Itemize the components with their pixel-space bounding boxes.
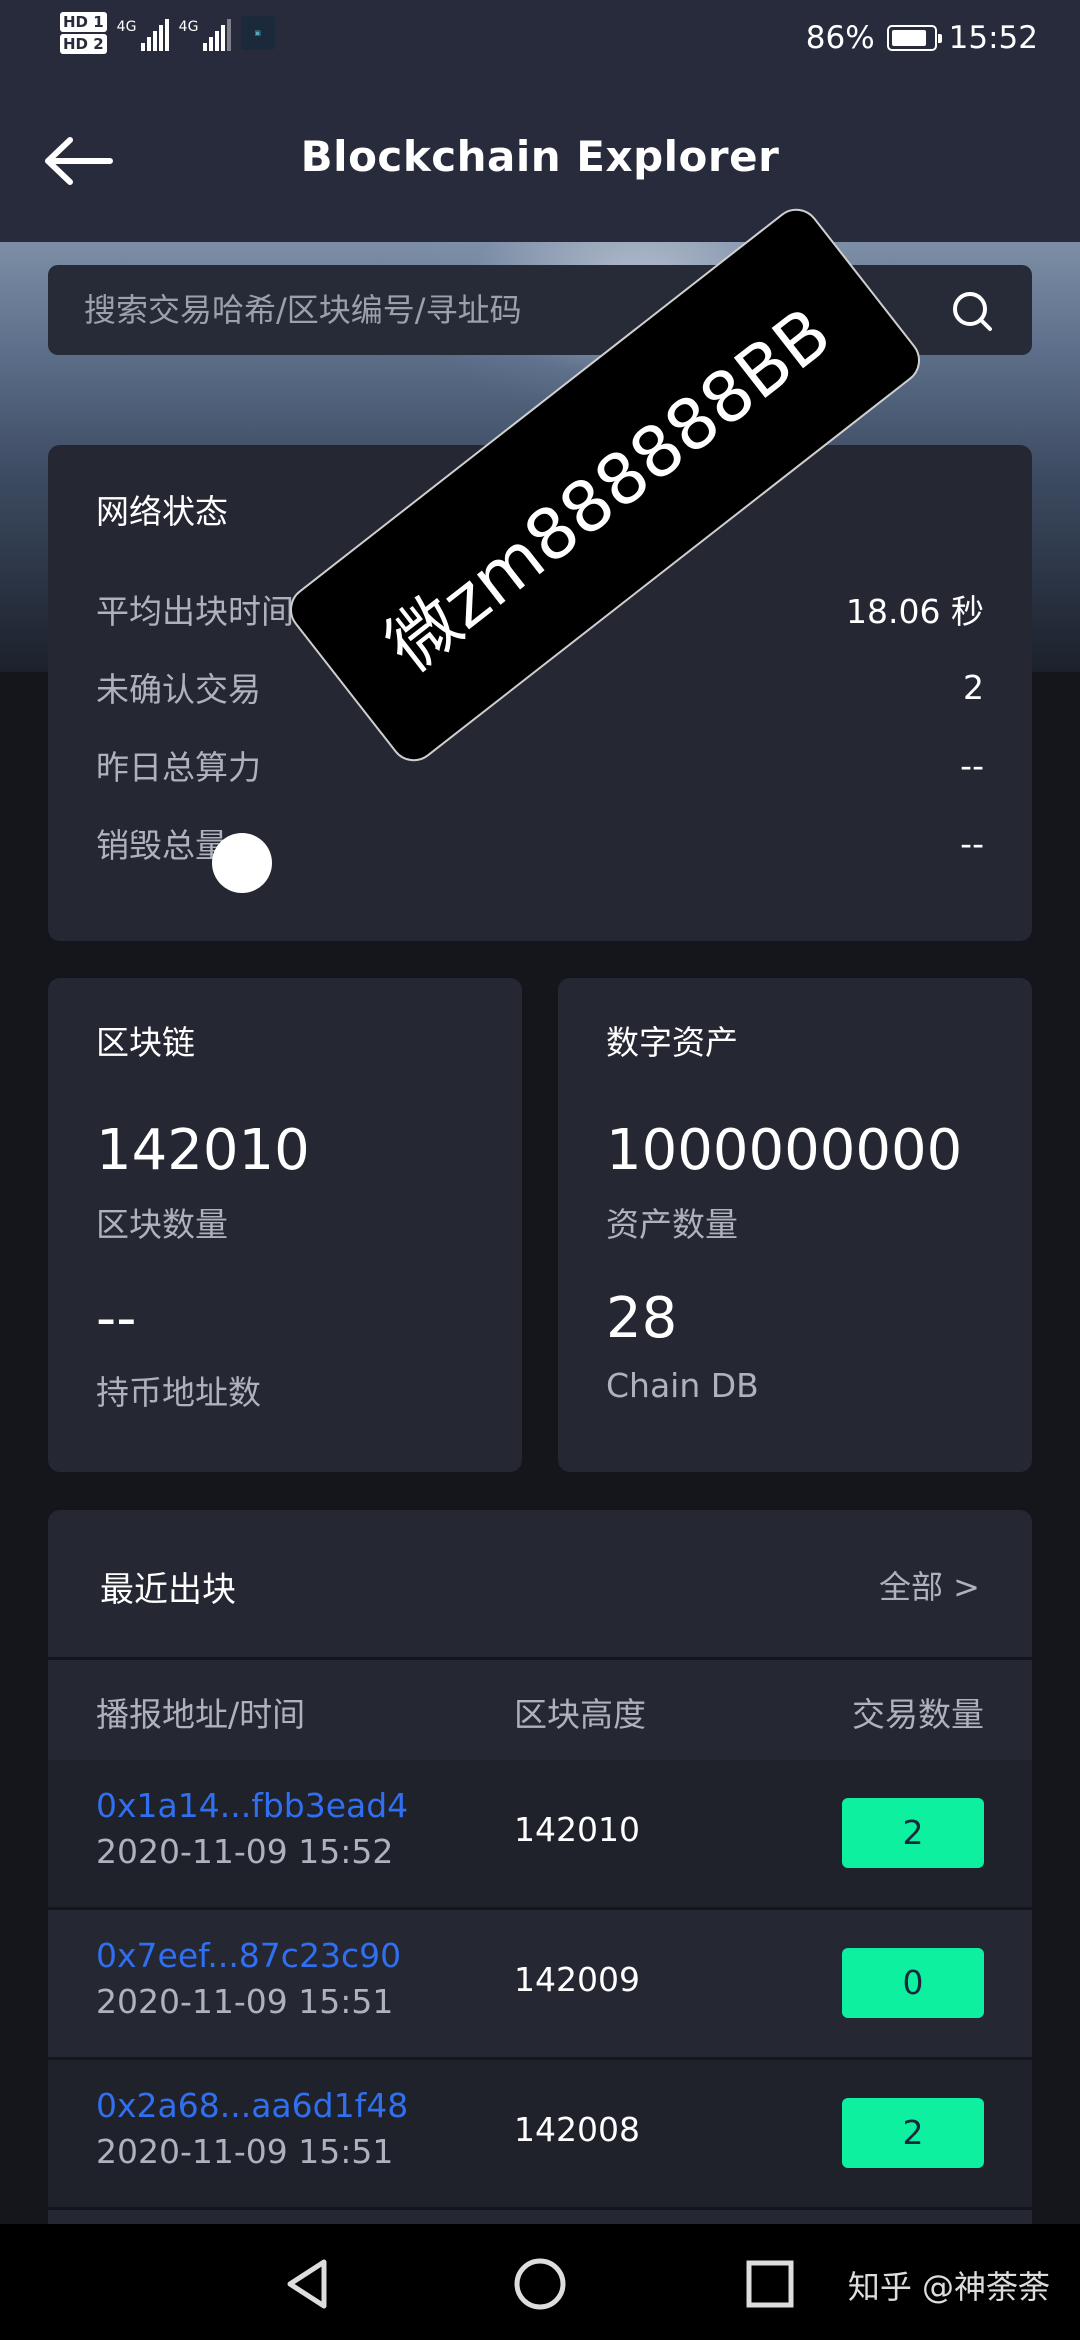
view-all-link[interactable]: 全部 > — [879, 1562, 980, 1608]
stat-row-unconfirmed-tx: 未确认交易 2 — [96, 665, 984, 710]
stat-row-yesterday-hashrate: 昨日总算力 -- — [96, 743, 984, 788]
column-header-address-time: 播报地址/时间 — [96, 1695, 306, 1734]
floating-touch-dot[interactable] — [212, 833, 272, 893]
nav-home-icon[interactable] — [510, 2254, 570, 2314]
stat-value: 2 — [963, 667, 984, 707]
source-credit-watermark: 知乎 @神荼荼 — [847, 2268, 1050, 2306]
battery-level — [891, 30, 927, 46]
app-notification-icon: ▣ — [240, 16, 275, 50]
stat-label: 平均出块时间 — [96, 592, 294, 631]
blockchain-card: 区块链 142010 区块数量 -- 持币地址数 — [48, 978, 522, 1472]
holder-count-value: -- — [96, 1286, 137, 1351]
column-header-block-height: 区块高度 — [514, 1695, 646, 1734]
nav-back-icon[interactable] — [278, 2254, 338, 2314]
network-status-title: 网络状态 — [96, 492, 228, 531]
block-height: 142009 — [514, 1960, 640, 1999]
block-height: 142008 — [514, 2110, 640, 2149]
status-bar: HD 1 HD 2 4G 4G ▣ 86% 15:52 — [0, 0, 1080, 80]
page-title: Blockchain Explorer — [300, 132, 780, 181]
recent-blocks-card: 最近出块 全部 > 播报地址/时间 区块高度 交易数量 0x1a14...fbb… — [48, 1510, 1032, 2270]
chain-db-label: Chain DB — [606, 1366, 759, 1405]
block-time: 2020-11-09 15:51 — [96, 2132, 394, 2171]
hd-indicators: HD 1 HD 2 — [60, 12, 107, 54]
stat-value: -- — [960, 745, 984, 785]
stat-label: 昨日总算力 — [96, 748, 261, 787]
battery-icon — [886, 25, 942, 51]
block-count-value: 142010 — [96, 1118, 310, 1183]
digital-assets-card: 数字资产 1000000000 资产数量 28 Chain DB — [558, 978, 1032, 1472]
nav-recents-icon[interactable] — [740, 2254, 800, 2314]
clock: 15:52 — [948, 20, 1038, 56]
tx-count-badge: 2 — [842, 1798, 984, 1868]
block-time: 2020-11-09 15:52 — [96, 1832, 394, 1871]
asset-count-label: 资产数量 — [606, 1205, 738, 1244]
status-right: 86% 15:52 — [806, 20, 1038, 56]
block-height: 142010 — [514, 1810, 640, 1849]
block-time: 2020-11-09 15:51 — [96, 1982, 394, 2021]
search-icon[interactable] — [950, 289, 994, 333]
hd1-badge: HD 1 — [60, 12, 107, 32]
app-header: Blockchain Explorer — [0, 80, 1080, 242]
signal-1-label: 4G — [116, 19, 137, 35]
holder-count-label: 持币地址数 — [96, 1373, 261, 1412]
recent-blocks-title: 最近出块 — [100, 1570, 236, 1610]
block-address-link[interactable]: 0x1a14...fbb3ead4 — [96, 1786, 408, 1825]
stat-label: 未确认交易 — [96, 670, 261, 709]
table-row[interactable]: 0x7eef...87c23c90 2020-11-09 15:51 14200… — [48, 1910, 1032, 2057]
hd2-badge: HD 2 — [60, 34, 107, 54]
stat-value: -- — [960, 823, 984, 863]
table-row[interactable]: 0x1a14...fbb3ead4 2020-11-09 15:52 14201… — [48, 1760, 1032, 1907]
tx-count-badge: 0 — [842, 1948, 984, 2018]
digital-assets-title: 数字资产 — [606, 1023, 738, 1062]
blockchain-title: 区块链 — [96, 1023, 195, 1062]
signal-2-label: 4G — [178, 19, 199, 35]
block-address-link[interactable]: 0x7eef...87c23c90 — [96, 1936, 401, 1975]
block-address-link[interactable]: 0x2a68...aa6d1f48 — [96, 2086, 408, 2125]
battery-percent: 86% — [805, 20, 875, 56]
signal-1-icon: 4G — [117, 15, 169, 51]
block-count-label: 区块数量 — [96, 1205, 228, 1244]
stat-label: 销毁总量 — [96, 826, 228, 865]
signal-2-icon: 4G — [179, 15, 231, 51]
table-header: 播报地址/时间 区块高度 交易数量 — [48, 1660, 1032, 1760]
table-row[interactable]: 0x2a68...aa6d1f48 2020-11-09 15:51 14200… — [48, 2060, 1032, 2207]
chain-db-value: 28 — [606, 1286, 678, 1351]
column-header-tx-count: 交易数量 — [852, 1695, 984, 1734]
status-left: HD 1 HD 2 4G 4G ▣ — [60, 12, 275, 54]
recent-blocks-header: 最近出块 全部 > — [48, 1510, 1032, 1660]
system-nav-bar: 知乎 @神荼荼 — [0, 2224, 1080, 2340]
stat-value: 18.06 秒 — [846, 592, 984, 631]
tx-count-badge: 2 — [842, 2098, 984, 2168]
asset-count-value: 1000000000 — [606, 1118, 963, 1183]
